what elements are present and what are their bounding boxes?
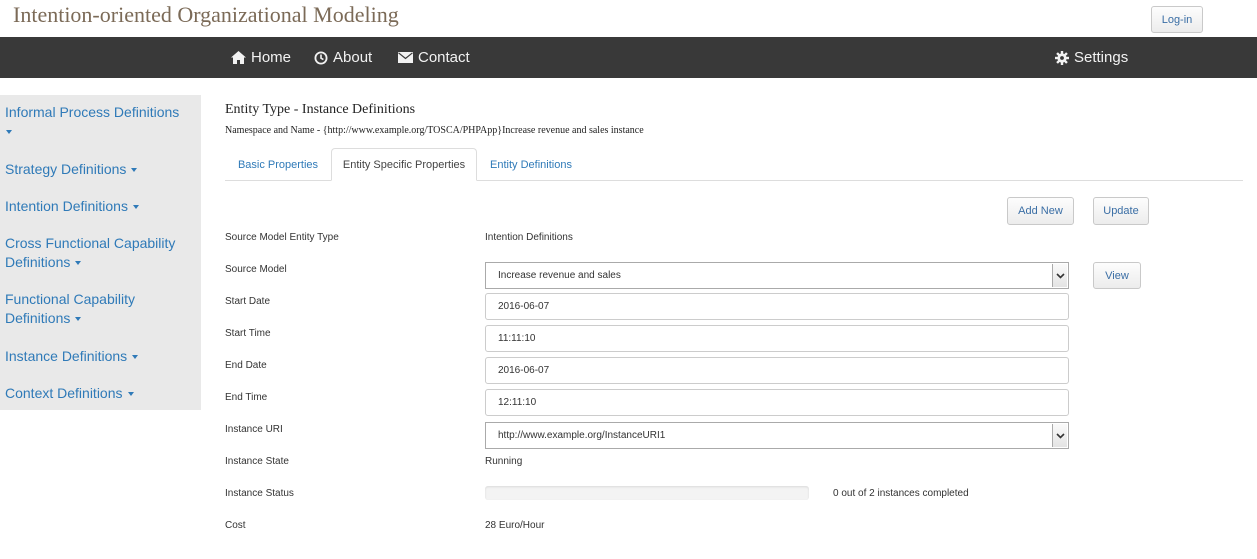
sidebar-item-instance[interactable]: Instance Definitions [5, 347, 195, 366]
sidebar-item-informal-process[interactable]: Informal Process Definitions [5, 103, 195, 141]
tab-basic-properties[interactable]: Basic Properties [225, 148, 331, 181]
instance-status-label: Instance Status [225, 488, 294, 499]
sidebar-item-intention[interactable]: Intention Definitions [5, 197, 195, 216]
chevron-down-icon[interactable] [1052, 264, 1067, 287]
sidebar-item-label: Informal Process Definitions [5, 104, 180, 120]
end-time-label: End Time [225, 392, 268, 403]
instance-state-label: Instance State [225, 456, 289, 467]
end-time-field[interactable]: 12:11:10 [485, 389, 1069, 416]
source-model-entity-type-value: Intention Definitions [485, 232, 573, 243]
view-button[interactable]: View [1093, 262, 1141, 289]
sidebar-item-label: Functional Capability Definitions [5, 291, 135, 326]
start-time-label: Start Time [225, 328, 271, 339]
cost-value: 28 Euro/Hour [485, 520, 545, 531]
caret-down-icon [131, 168, 138, 173]
sidebar-item-functional[interactable]: Functional Capability Definitions [5, 290, 195, 328]
sidebar-item-strategy[interactable]: Strategy Definitions [5, 160, 195, 179]
nav-about-label: About [333, 49, 373, 66]
clock-icon [314, 51, 328, 65]
caret-down-icon [132, 355, 139, 360]
caret-down-icon [127, 392, 134, 397]
start-date-field[interactable]: 2016-06-07 [485, 293, 1069, 320]
tab-entity-specific-properties[interactable]: Entity Specific Properties [331, 148, 477, 181]
app-title: Intention-oriented Organizational Modeli… [13, 2, 399, 27]
caret-down-icon [6, 130, 12, 135]
sidebar-item-context[interactable]: Context Definitions [5, 384, 195, 403]
source-model-label: Source Model [225, 264, 287, 275]
add-new-button[interactable]: Add New [1007, 197, 1074, 225]
sidebar-item-label: Intention Definitions [5, 198, 128, 214]
sidebar-item-cross-functional[interactable]: Cross Functional Capability Definitions [5, 234, 195, 272]
chevron-down-icon[interactable] [1052, 424, 1067, 447]
nav-home-label: Home [251, 49, 292, 66]
instance-status-text: 0 out of 2 instances completed [833, 488, 969, 499]
top-navbar: Home About Contact Settings [0, 37, 1257, 78]
instance-uri-label: Instance URI [225, 424, 283, 435]
source-model-selected-value: Increase revenue and sales [498, 270, 621, 281]
sidebar: Informal Process Definitions Strategy De… [0, 95, 201, 410]
end-date-label: End Date [225, 360, 267, 371]
caret-down-icon [132, 205, 139, 210]
nav-about[interactable]: About [314, 37, 372, 78]
namespace-line: Namespace and Name - {http://www.example… [225, 125, 644, 136]
start-time-field[interactable]: 11:11:10 [485, 325, 1069, 352]
caret-down-icon [75, 317, 82, 322]
end-date-field[interactable]: 2016-06-07 [485, 357, 1069, 384]
caret-down-icon [75, 261, 82, 266]
update-button[interactable]: Update [1093, 197, 1149, 225]
home-icon [231, 51, 246, 64]
sidebar-item-label: Strategy Definitions [5, 161, 127, 177]
gear-icon [1055, 50, 1069, 65]
sidebar-item-label: Instance Definitions [5, 348, 128, 364]
instance-state-value: Running [485, 456, 523, 467]
start-date-label: Start Date [225, 296, 271, 307]
source-model-select[interactable]: Increase revenue and sales [485, 262, 1069, 289]
nav-contact[interactable]: Contact [398, 37, 470, 78]
nav-settings-label: Settings [1074, 49, 1129, 66]
nav-home[interactable]: Home [231, 37, 291, 78]
source-model-entity-type-label: Source Model Entity Type [225, 232, 339, 243]
instance-status-progress-bar [485, 486, 809, 500]
nav-contact-label: Contact [418, 49, 470, 66]
cost-label: Cost [225, 520, 246, 531]
sidebar-item-label: Cross Functional Capability Definitions [5, 235, 176, 270]
page-title: Entity Type - Instance Definitions [225, 102, 416, 117]
login-button[interactable]: Log-in [1151, 6, 1203, 33]
instance-uri-select[interactable]: http://www.example.org/InstanceURI1 [485, 422, 1069, 449]
sidebar-item-label: Context Definitions [5, 385, 123, 401]
nav-settings[interactable]: Settings [1055, 37, 1128, 78]
envelope-icon [398, 52, 413, 63]
tab-entity-definitions[interactable]: Entity Definitions [477, 148, 585, 181]
instance-uri-selected-value: http://www.example.org/InstanceURI1 [498, 430, 666, 441]
